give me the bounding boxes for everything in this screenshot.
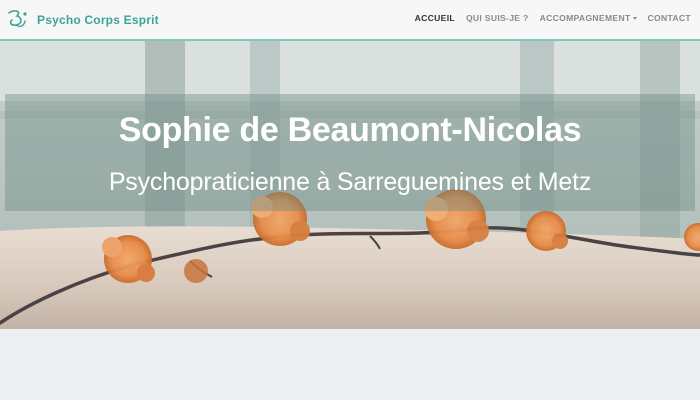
nav-accueil[interactable]: ACCUEIL [415, 13, 455, 23]
brand-name: Psycho Corps Esprit [37, 13, 159, 27]
caret-down-icon [632, 16, 637, 20]
hero-title: Sophie de Beaumont-Nicolas [118, 111, 582, 149]
navbar: Psycho Corps Esprit ACCUEIL QUI SUIS-JE … [0, 0, 700, 41]
main-nav: ACCUEIL QUI SUIS-JE ? ACCOMPAGNEMENT CON… [404, 13, 691, 23]
hero-subtitle: Psychopraticienne à Sarreguemines et Met… [108, 168, 592, 196]
hero-banner: Sophie de Beaumont-Nicolas Psychopratici… [0, 41, 700, 329]
swirl-logo-icon [6, 8, 28, 32]
brand-link[interactable]: Psycho Corps Esprit [6, 8, 159, 32]
nav-qui-suis-je[interactable]: QUI SUIS-JE ? [466, 13, 529, 23]
nav-contact[interactable]: CONTACT [648, 13, 691, 23]
page-content-area [0, 329, 700, 400]
nav-accompagnement[interactable]: ACCOMPAGNEMENT [540, 13, 637, 23]
nav-accompagnement-label: ACCOMPAGNEMENT [539, 13, 631, 23]
